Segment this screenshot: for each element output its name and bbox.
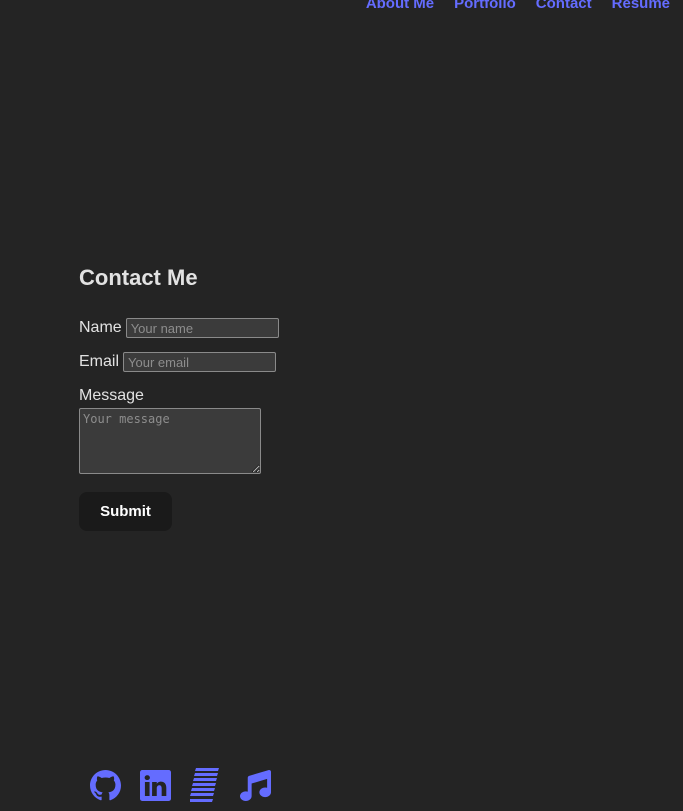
stackoverflow-icon [190,768,219,802]
name-input[interactable] [125,318,279,338]
music-icon [240,769,271,801]
contact-form: Name Email Message Submit [79,318,279,531]
message-label: Message [79,387,144,404]
contact-section: Contact Me Name Email Message Submit [79,264,279,531]
email-label: Email [79,353,120,370]
linkedin-icon [140,770,171,801]
github-link[interactable] [90,768,121,803]
nav-about-me-link[interactable]: About Me [366,0,434,14]
nav-resume-link[interactable]: Resume [612,0,670,14]
github-icon [90,770,121,801]
nav-portfolio-link[interactable]: Portfolio [454,0,516,14]
contact-title: Contact Me [79,265,198,290]
nav-contact-link[interactable]: Contact [536,0,592,14]
name-label: Name [79,319,122,336]
top-nav: About Me Portfolio Contact Resume [366,0,670,14]
email-input[interactable] [123,352,277,372]
name-row: Name [79,318,279,338]
message-textarea[interactable] [79,408,261,474]
page: About Me Portfolio Contact Resume Contac… [0,0,683,811]
linkedin-link[interactable] [140,768,171,803]
submit-button[interactable]: Submit [79,492,172,531]
music-link[interactable] [240,768,271,803]
stackoverflow-link[interactable] [190,768,221,803]
social-links [90,768,271,803]
email-row: Email [79,352,279,372]
message-group: Message [79,386,279,479]
